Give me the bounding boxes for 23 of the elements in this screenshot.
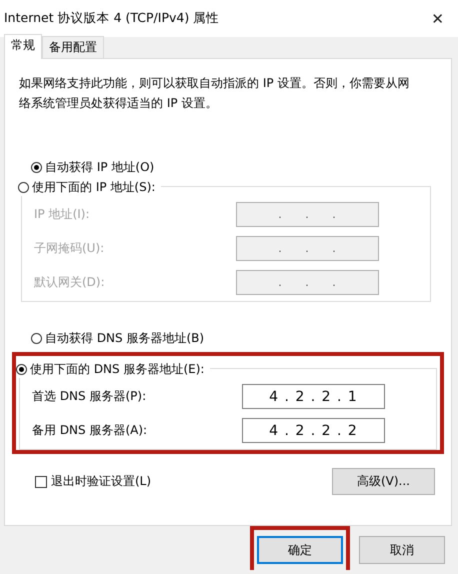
radio-button[interactable] [16, 364, 27, 375]
field-label: IP 地址(I): [34, 206, 90, 223]
tab[interactable]: 备用配置 [42, 36, 104, 58]
field-label: 子网掩码(U): [34, 240, 104, 257]
radio-label[interactable]: 自动获得 DNS 服务器地址(B) [45, 330, 204, 347]
cancel-button[interactable]: 取消 [359, 536, 445, 564]
checkbox-label[interactable]: 退出时验证设置(L) [51, 473, 152, 490]
ip-address-field[interactable]: 4 . 2 . 2 . 1 [242, 384, 385, 409]
radio-label[interactable]: 使用下面的 DNS 服务器地址(E): [30, 361, 204, 378]
field-label: 默认网关(D): [34, 274, 105, 291]
close-button[interactable]: ✕ [431, 10, 444, 28]
advanced-button[interactable]: 高级(V)... [332, 468, 435, 495]
description-text: 如果网络支持此功能，则可以获取自动指派的 IP 设置。否则，你需要从网络系统管理员处获得适当的 IP 设置。 [19, 75, 410, 112]
tab[interactable]: 常规 [4, 34, 42, 59]
radio-button[interactable] [31, 162, 42, 173]
radio-button[interactable] [31, 333, 42, 344]
field-label: 首选 DNS 服务器(P): [32, 388, 146, 405]
checkbox[interactable] [35, 476, 47, 488]
ip-address-field[interactable]: 4 . 2 . 2 . 2 [242, 418, 385, 443]
field-label: 备用 DNS 服务器(A): [32, 422, 148, 439]
ok-button[interactable]: 确定 [257, 536, 343, 564]
window-title: Internet 协议版本 4 (TCP/IPv4) 属性 [4, 10, 220, 27]
radio-label[interactable]: 自动获得 IP 地址(O) [45, 159, 154, 176]
